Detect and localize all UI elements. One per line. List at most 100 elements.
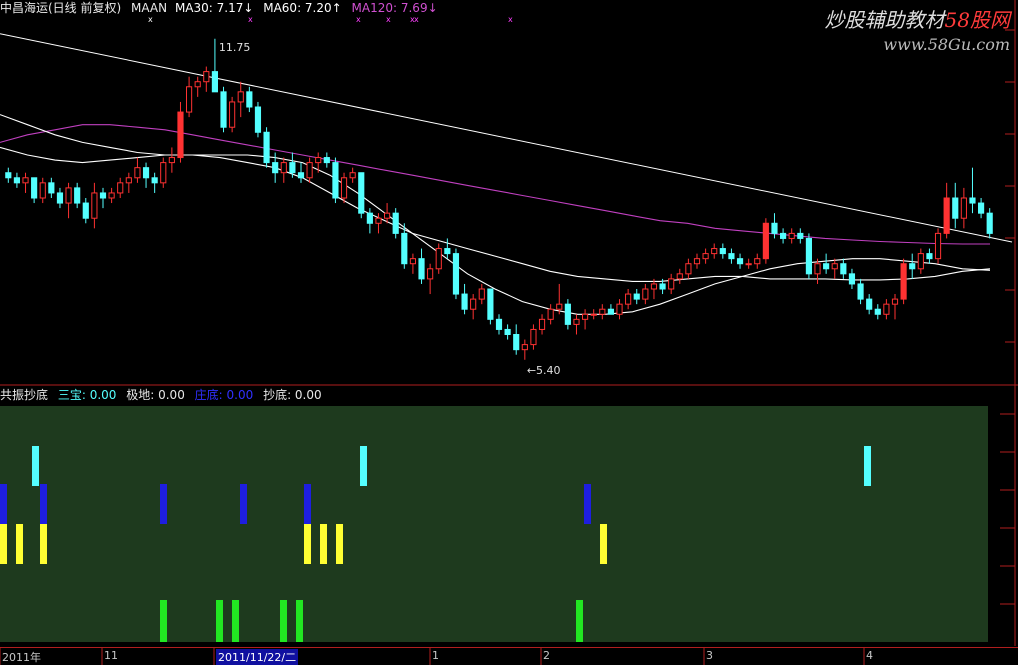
candle-body [229, 101, 236, 128]
candle-body [384, 212, 391, 219]
candle-body [840, 263, 847, 275]
candle-body [960, 197, 967, 219]
signal-marker: x [148, 15, 153, 24]
candle-body [470, 298, 477, 310]
candle-body [978, 202, 985, 214]
candle-body [194, 81, 201, 88]
ma120-line [0, 124, 990, 245]
candle-body [521, 344, 528, 351]
jidi-signal-bar [160, 484, 167, 524]
candle-body [461, 293, 468, 310]
candle-body [220, 91, 227, 128]
candle-body [702, 253, 709, 260]
candle-body [478, 288, 485, 300]
candle-body [530, 328, 537, 346]
candle-body [186, 86, 193, 113]
candle-body [848, 273, 856, 285]
candle-body [633, 293, 640, 300]
candle-body [134, 167, 141, 179]
candle-body [91, 192, 98, 219]
candle-body [13, 177, 20, 184]
candle-body [926, 253, 933, 260]
candle-body [685, 263, 692, 275]
candle-body [427, 268, 434, 280]
candle-body [891, 298, 899, 305]
sanbao-signal-bar [32, 446, 39, 486]
candle-body [934, 232, 942, 260]
candle-body [564, 303, 571, 325]
candle-body [74, 187, 81, 204]
candle-body [349, 172, 356, 179]
chaodi-signal-bar [280, 600, 287, 642]
time-axis-label: 3 [706, 649, 713, 662]
candle-body [573, 318, 580, 325]
signal-marker: x [356, 15, 361, 24]
candle-body [547, 308, 554, 320]
candle-body [693, 258, 701, 265]
zhuangdi-signal-bar [600, 524, 607, 564]
candle-body [452, 253, 460, 295]
candle-body [969, 197, 976, 204]
candle-body [762, 222, 769, 260]
candle-body [280, 162, 287, 174]
candle-body [340, 177, 348, 199]
jidi-signal-bar [240, 484, 247, 524]
chaodi-signal-bar [216, 600, 223, 642]
candle-body [48, 182, 55, 194]
ma30-line [0, 114, 991, 315]
time-axis: 2011年 11 2011/11/22/二 1 2 3 4 [0, 647, 1018, 665]
signal-marker: x [386, 15, 391, 24]
candle-body [642, 288, 649, 300]
candle-body [556, 303, 563, 310]
candle-body [874, 308, 881, 315]
candle-body [151, 177, 158, 184]
candle-body [22, 177, 29, 184]
candle-body [375, 217, 382, 224]
candle-body [435, 248, 442, 270]
candle-body [272, 162, 279, 174]
indicator-chart[interactable] [0, 386, 1018, 646]
candle-body [943, 197, 950, 234]
candle-body [676, 273, 683, 280]
candle-body [65, 187, 72, 204]
chaodi-signal-bar [232, 600, 239, 642]
candle-body [358, 172, 365, 214]
candle-body [607, 308, 614, 315]
candle-body [771, 222, 778, 234]
signal-marker: x [508, 15, 513, 24]
price-chart[interactable]: x x x x x x x11.75←5.40 [0, 0, 1018, 386]
signal-marker: x [414, 15, 419, 24]
candle-body [719, 248, 726, 255]
jidi-signal-bar [0, 484, 7, 524]
candle-body [39, 182, 46, 199]
jidi-signal-bar [304, 484, 311, 524]
candle-body [254, 106, 262, 133]
signal-marker: x [248, 15, 253, 24]
candle-body [504, 328, 511, 336]
candle-body [125, 177, 132, 184]
candle-body [5, 172, 12, 179]
candle-body [323, 157, 330, 164]
candle-body [444, 248, 451, 255]
candle-body [315, 157, 322, 164]
candle-body [538, 318, 546, 330]
candle-body [263, 131, 270, 164]
candle-body [332, 162, 339, 199]
candle-body [650, 283, 658, 290]
candle-body [780, 232, 787, 239]
candle-body [177, 111, 184, 159]
candle-body [952, 197, 959, 219]
candle-body [142, 167, 150, 179]
candle-body [599, 308, 606, 315]
candle-body [82, 202, 89, 219]
candle-body [289, 162, 296, 174]
jidi-signal-bar [584, 484, 591, 524]
candle-body [625, 293, 632, 305]
candle-body [616, 303, 623, 315]
candle-body [392, 212, 399, 234]
candle-body [246, 91, 253, 108]
time-axis-label: 2011年 [2, 651, 41, 664]
candle-body [168, 157, 175, 164]
candle-body [814, 263, 821, 275]
candle-body [866, 298, 873, 310]
